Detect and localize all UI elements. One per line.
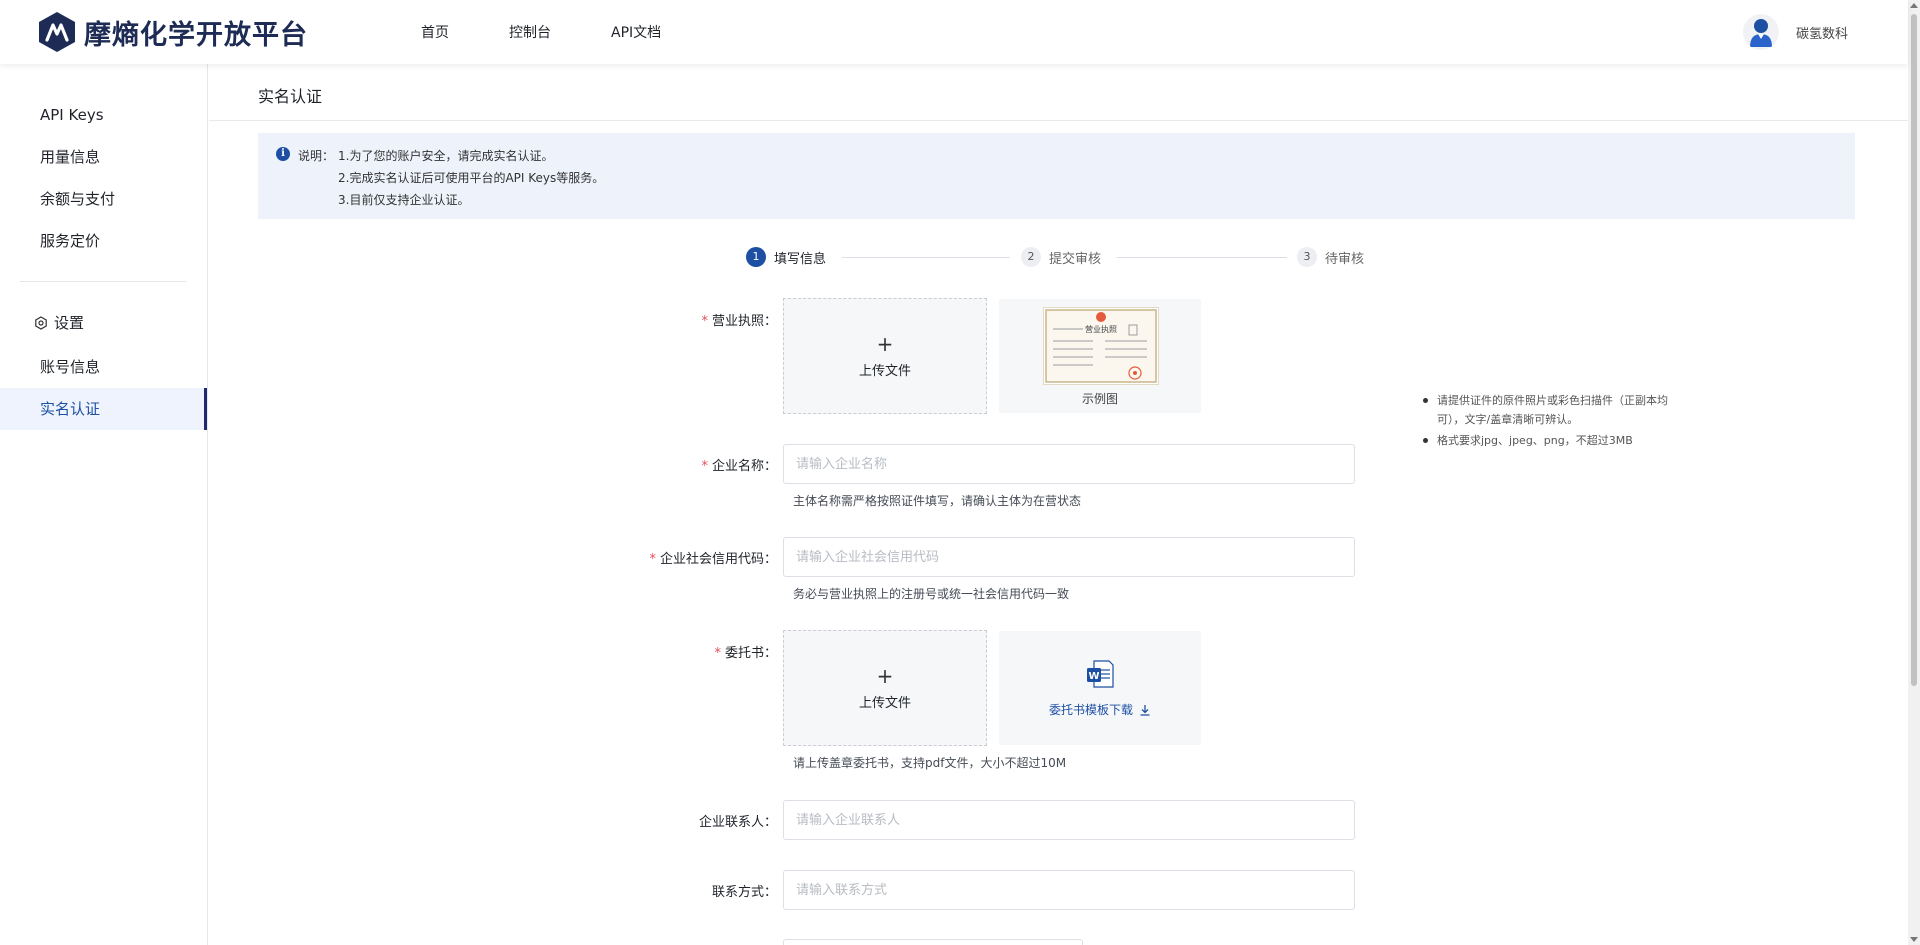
tip-item: 格式要求jpg、jpeg、png，不超过3MB [1419,431,1679,450]
notice-label: 说明： [298,149,335,163]
letter-template-card[interactable]: W 委托书模板下载 [999,631,1201,745]
credit-code-hint: 务必与营业执照上的注册号或统一社会信用代码一致 [793,587,1070,601]
license-sample: 营业执照 示例图 [999,299,1201,413]
sidebar-divider [20,281,186,282]
step-fill-info: 1 填写信息 [746,247,826,267]
sample-caption: 示例图 [1081,392,1118,406]
nav-console[interactable]: 控制台 [509,22,551,42]
contact-person-input[interactable] [783,800,1355,840]
avatar[interactable] [1742,14,1779,50]
notice-line: 2.完成实名认证后可使用平台的API Keys等服务。 [338,171,605,185]
page-header: 实名认证 [209,64,1908,121]
logo-icon [39,12,75,52]
sidebar-item-usage[interactable]: 用量信息 [0,136,207,178]
download-icon [1140,704,1150,716]
contact-method-label: 联系方式： [711,885,777,900]
sidebar: API Keys 用量信息 余额与支付 服务定价 设置 账号信息 实名认证 [0,64,208,945]
step-pending: 3 待审核 [1297,247,1364,267]
license-label: * 营业执照： [701,314,777,329]
upload-label: 上传文件 [858,363,911,379]
notice-box: i 说明： 1.为了您的账户安全，请完成实名认证。 2.完成实名认证后可使用平台… [258,133,1855,219]
template-download-link[interactable]: 委托书模板下载 [999,701,1201,718]
letter-hint: 请上传盖章委托书，支持pdf文件，大小不超过10M [793,756,1067,770]
license-upload-button[interactable]: + 上传文件 [783,298,987,414]
step-connector [842,257,1010,258]
user-name: 碳氢数科 [1795,26,1848,42]
step-label: 填写信息 [774,251,827,267]
step-submit: 2 提交审核 [1021,247,1101,267]
license-sample-image: 营业执照 [1043,307,1159,385]
nav-home[interactable]: 首页 [421,22,449,42]
credit-code-input[interactable] [783,537,1355,577]
sidebar-item-verification[interactable]: 实名认证 [0,388,207,430]
sidebar-item-pricing[interactable]: 服务定价 [0,220,207,262]
main-nav: 首页 控制台 API文档 [421,0,721,64]
info-icon: i [276,147,290,161]
template-download-label: 委托书模板下载 [1048,703,1133,717]
svg-text:营业执照: 营业执照 [1085,324,1117,334]
top-navbar: 摩熵化学开放平台 首页 控制台 API文档 碳氢数科 [0,0,1908,64]
word-doc-icon: W [1087,660,1114,688]
license-tips: 请提供证件的原件照片或彩色扫描件（正副本均可），文字/盖章清晰可辨认。 格式要求… [1419,391,1679,450]
nav-api-docs[interactable]: API文档 [611,22,661,42]
step-number: 1 [746,247,766,267]
sidebar-item-api-keys[interactable]: API Keys [0,94,207,136]
sidebar-item-balance[interactable]: 余额与支付 [0,178,207,220]
credit-code-label: * 企业社会信用代码： [649,552,777,567]
user-avatar-icon [1749,19,1772,47]
brand-name: 摩熵化学开放平台 [84,19,308,51]
step-label: 提交审核 [1049,251,1102,267]
page-title: 实名认证 [258,87,323,106]
company-name-label: * 企业名称： [701,459,777,474]
plus-icon: + [876,663,894,688]
main-content: 实名认证 i 说明： 1.为了您的账户安全，请完成实名认证。 2.完成实名认证后… [209,64,1908,945]
company-name-hint: 主体名称需严格按照证件填写，请确认主体为在营状态 [793,494,1082,508]
scroll-up-icon[interactable] [1910,3,1918,8]
letter-upload-button[interactable]: + 上传文件 [783,630,987,746]
contact-person-label: 企业联系人： [698,815,777,830]
contact-method-input[interactable] [783,870,1355,910]
plus-icon: + [876,331,894,356]
step-number: 2 [1021,247,1041,267]
letter-label: * 委托书： [714,646,777,661]
step-number: 3 [1297,247,1317,267]
user-menu[interactable]: 碳氢数科 [1742,14,1848,50]
sidebar-section-label: 设置 [54,314,85,332]
tip-item: 请提供证件的原件照片或彩色扫描件（正副本均可），文字/盖章清晰可辨认。 [1419,391,1679,429]
page-scrollbar[interactable] [1908,0,1920,945]
scroll-thumb[interactable] [1911,14,1917,686]
step-connector [1117,257,1287,258]
notice-line: 3.目前仅支持企业认证。 [338,193,470,207]
sidebar-item-account[interactable]: 账号信息 [0,346,207,388]
gear-icon [35,315,47,330]
notice-line: 1.为了您的账户安全，请完成实名认证。 [338,149,554,163]
scroll-down-icon[interactable] [1910,937,1918,942]
company-name-input[interactable] [783,444,1355,484]
step-label: 待审核 [1325,251,1365,267]
svg-text:W: W [1088,671,1099,682]
progress-steps: 1 填写信息 2 提交审核 3 待审核 [746,247,1386,271]
brand-logo[interactable]: 摩熵化学开放平台 [38,11,308,53]
next-field-partial[interactable] [783,939,1083,945]
sidebar-section-settings[interactable]: 设置 [34,312,84,333]
upload-label: 上传文件 [858,695,911,711]
